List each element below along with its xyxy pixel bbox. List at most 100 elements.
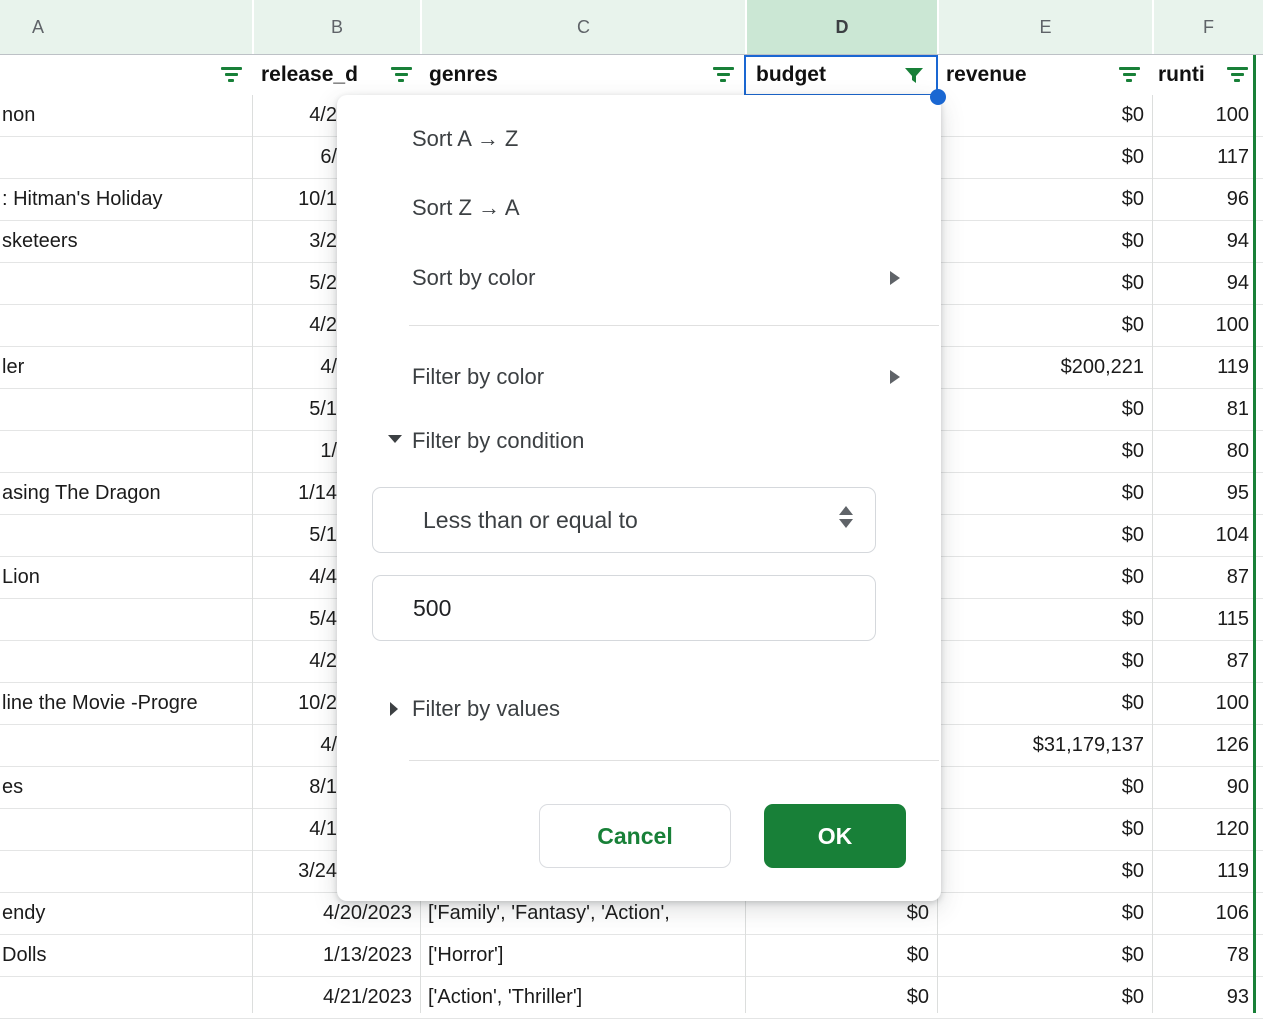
cell-runtime[interactable]: 119 <box>1152 851 1249 893</box>
cell-title[interactable] <box>2 431 252 473</box>
cell-revenue[interactable]: $0 <box>937 431 1144 473</box>
cell-runtime[interactable]: 81 <box>1152 389 1249 431</box>
cell-runtime[interactable]: 80 <box>1152 431 1249 473</box>
cell-title[interactable]: non <box>2 95 252 137</box>
filter-button[interactable] <box>1226 65 1248 85</box>
cell-revenue[interactable]: $0 <box>937 683 1144 725</box>
cell-runtime[interactable]: 119 <box>1152 347 1249 389</box>
cell-title[interactable] <box>2 809 252 851</box>
cell-runtime[interactable]: 120 <box>1152 809 1249 851</box>
cell-title[interactable]: es <box>2 767 252 809</box>
cell-title[interactable]: asing The Dragon <box>2 473 252 515</box>
cell-revenue[interactable]: $200,221 <box>937 347 1144 389</box>
field-header-a[interactable] <box>0 55 252 95</box>
cell-runtime[interactable]: 117 <box>1152 137 1249 179</box>
cell-runtime[interactable]: 100 <box>1152 683 1249 725</box>
cell-runtime[interactable]: 126 <box>1152 725 1249 767</box>
cell-revenue[interactable]: $0 <box>937 767 1144 809</box>
column-header-e[interactable]: E <box>937 0 1152 55</box>
field-header-revenue[interactable]: revenue <box>937 55 1152 95</box>
cell-revenue[interactable]: $0 <box>937 599 1144 641</box>
cell-release-date[interactable]: 8/1 <box>252 767 337 809</box>
cell-title[interactable] <box>2 725 252 767</box>
cell-release-date[interactable]: 6/ <box>252 137 337 179</box>
cell-runtime[interactable]: 87 <box>1152 557 1249 599</box>
filter-button[interactable] <box>220 65 242 85</box>
cell-runtime[interactable]: 115 <box>1152 599 1249 641</box>
cell-release-date[interactable]: 4/ <box>252 725 337 767</box>
menu-item-filter-by-color[interactable]: Filter by color <box>412 363 544 391</box>
cell-runtime[interactable]: 96 <box>1152 179 1249 221</box>
column-header-c[interactable]: C <box>420 0 745 55</box>
cell-release-date[interactable]: 10/2 <box>252 683 337 725</box>
cell-release-date[interactable]: 4/ <box>252 347 337 389</box>
field-header-runtime[interactable]: runti <box>1152 55 1263 95</box>
cell-release-date[interactable]: 4/4 <box>252 557 337 599</box>
cell-release-date[interactable]: 1/13/2023 <box>252 935 412 977</box>
cell-runtime[interactable]: 87 <box>1152 641 1249 683</box>
cell-revenue[interactable]: $0 <box>937 893 1144 935</box>
condition-value-input[interactable] <box>411 576 835 640</box>
column-header-a[interactable]: A <box>0 0 252 55</box>
cell-revenue[interactable]: $0 <box>937 95 1144 137</box>
cell-release-date[interactable]: 4/2 <box>252 641 337 683</box>
cell-runtime[interactable]: 78 <box>1152 935 1249 977</box>
column-header-b[interactable]: B <box>252 0 420 55</box>
cell-revenue[interactable]: $0 <box>937 179 1144 221</box>
condition-select[interactable]: Less than or equal to <box>372 487 876 553</box>
cell-release-date[interactable]: 4/2 <box>252 305 337 347</box>
cell-title[interactable] <box>2 851 252 893</box>
cell-genres[interactable]: ['Horror'] <box>428 935 740 977</box>
cell-release-date[interactable]: 5/1 <box>252 515 337 557</box>
cell-runtime[interactable]: 100 <box>1152 305 1249 347</box>
cell-title[interactable] <box>2 137 252 179</box>
expand-caret-icon[interactable] <box>390 702 398 716</box>
cell-budget[interactable]: $0 <box>745 935 929 977</box>
menu-item-sort-by-color[interactable]: Sort by color <box>412 264 536 292</box>
filter-button[interactable] <box>1118 65 1140 85</box>
filter-button[interactable] <box>712 65 734 85</box>
field-header-genres[interactable]: genres <box>420 55 745 95</box>
cell-runtime[interactable]: 94 <box>1152 221 1249 263</box>
cell-runtime[interactable]: 100 <box>1152 95 1249 137</box>
cell-revenue[interactable]: $0 <box>937 263 1144 305</box>
menu-item-sort-za[interactable]: Sort Z → A <box>412 194 520 222</box>
cell-revenue[interactable]: $0 <box>937 641 1144 683</box>
cell-release-date[interactable]: 10/1 <box>252 179 337 221</box>
cell-release-date[interactable]: 1/ <box>252 431 337 473</box>
cell-release-date[interactable]: 5/4 <box>252 599 337 641</box>
filter-button[interactable] <box>390 65 412 85</box>
field-header-budget[interactable]: budget <box>745 55 937 95</box>
fill-handle[interactable] <box>930 89 946 105</box>
cell-release-date[interactable]: 3/2 <box>252 221 337 263</box>
cell-revenue[interactable]: $0 <box>937 515 1144 557</box>
cell-runtime[interactable]: 90 <box>1152 767 1249 809</box>
cell-title[interactable] <box>2 263 252 305</box>
cancel-button[interactable]: Cancel <box>539 804 731 868</box>
cell-revenue[interactable]: $0 <box>937 935 1144 977</box>
cell-runtime[interactable]: 95 <box>1152 473 1249 515</box>
cell-title[interactable]: sketeers <box>2 221 252 263</box>
cell-title[interactable]: line the Movie -Progre <box>2 683 252 725</box>
ok-button[interactable]: OK <box>764 804 906 868</box>
cell-revenue[interactable]: $0 <box>937 221 1144 263</box>
cell-runtime[interactable]: 94 <box>1152 263 1249 305</box>
cell-title[interactable] <box>2 599 252 641</box>
cell-title[interactable] <box>2 389 252 431</box>
menu-item-sort-az[interactable]: Sort A → Z <box>412 125 518 153</box>
collapse-caret-icon[interactable] <box>388 435 402 443</box>
cell-release-date[interactable]: 5/1 <box>252 389 337 431</box>
filter-button-active[interactable] <box>903 64 925 84</box>
cell-title[interactable]: endy <box>2 893 252 935</box>
cell-revenue[interactable]: $0 <box>937 389 1144 431</box>
cell-release-date[interactable]: 4/1 <box>252 809 337 851</box>
field-header-release-date[interactable]: release_d <box>252 55 420 95</box>
cell-release-date[interactable]: 5/2 <box>252 263 337 305</box>
cell-revenue[interactable]: $31,179,137 <box>937 725 1144 767</box>
cell-title[interactable] <box>2 305 252 347</box>
cell-release-date[interactable]: 1/14 <box>252 473 337 515</box>
column-header-d-selected[interactable]: D <box>745 0 937 55</box>
cell-title[interactable]: Lion <box>2 557 252 599</box>
menu-item-filter-by-values[interactable]: Filter by values <box>412 695 560 723</box>
cell-runtime[interactable]: 104 <box>1152 515 1249 557</box>
